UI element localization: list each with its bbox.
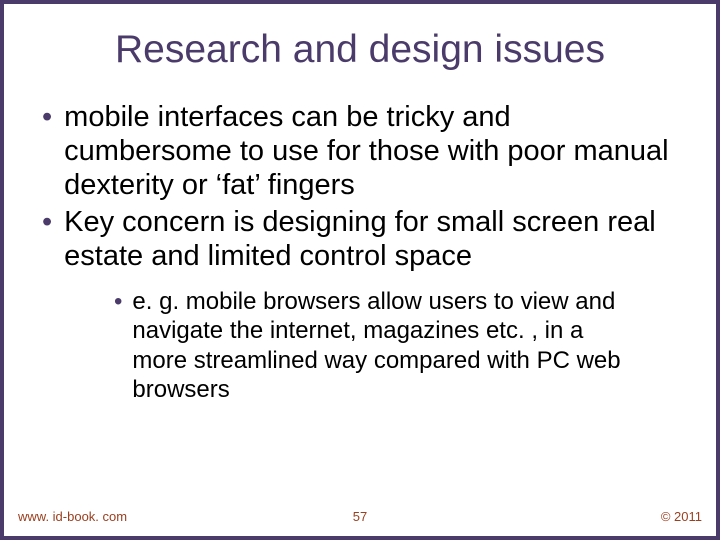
list-item: • mobile interfaces can be tricky and cu… [42,100,682,203]
slide-frame: Research and design issues • mobile inte… [0,0,720,540]
copyright: © 2011 [661,509,702,524]
bullet-dot-icon: • [114,287,122,316]
footer-url: www. id-book. com [18,509,127,524]
slide-number: 57 [353,509,367,524]
slide-footer: www. id-book. com 57 © 2011 [4,504,716,524]
list-item: • e. g. mobile browsers allow users to v… [114,287,682,404]
bullet-text: e. g. mobile browsers allow users to vie… [132,287,642,404]
bullet-text: Key concern is designing for small scree… [64,205,682,273]
bullet-list: • mobile interfaces can be tricky and cu… [42,100,682,404]
bullet-dot-icon: • [42,205,52,239]
slide-title: Research and design issues [4,28,716,72]
list-item: • Key concern is designing for small scr… [42,205,682,273]
bullet-dot-icon: • [42,100,52,134]
bullet-text: mobile interfaces can be tricky and cumb… [64,100,682,203]
